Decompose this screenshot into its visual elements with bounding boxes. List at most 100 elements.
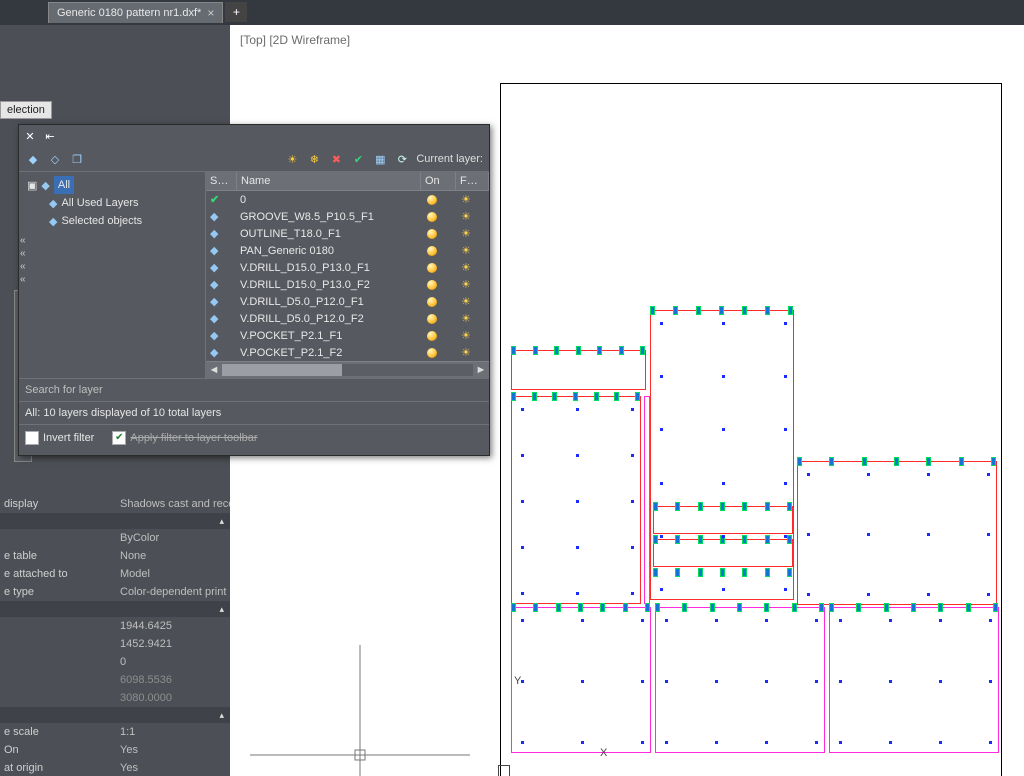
refresh-icon[interactable]: ⟳ <box>394 151 410 167</box>
grip-handle[interactable] <box>640 346 645 355</box>
grip-handle[interactable] <box>829 603 834 612</box>
panel-outline[interactable] <box>511 350 646 390</box>
prop-e-value[interactable]: ByColor <box>114 532 230 544</box>
grip-handle[interactable] <box>966 603 971 612</box>
grip-handle[interactable] <box>720 568 725 577</box>
grip-handle[interactable] <box>655 603 660 612</box>
grip-handle[interactable] <box>742 535 747 544</box>
grip-handle[interactable] <box>675 568 680 577</box>
apply-filter-checkbox[interactable]: Apply filter to layer toolbar <box>112 431 257 445</box>
grip-handle[interactable] <box>765 306 770 315</box>
grip-handle[interactable] <box>819 603 824 612</box>
grip-handle[interactable] <box>511 346 516 355</box>
layer-properties-dialog[interactable]: ✕ ⇤ ◆ ◇ ❐ ☀ ❄ ✖ ✔ ▦ ⟳ Current layer: ▣◆A… <box>18 124 490 456</box>
grip-handle[interactable] <box>698 502 703 511</box>
sun-thaw-icon[interactable]: ☀ <box>461 210 471 223</box>
bulb-on-icon[interactable] <box>427 195 437 205</box>
set-current-icon[interactable]: ✔ <box>350 151 366 167</box>
grip-handle[interactable] <box>797 457 802 466</box>
grip-handle[interactable] <box>675 502 680 511</box>
grip-handle[interactable] <box>653 568 658 577</box>
grip-handle[interactable] <box>645 603 650 612</box>
layer-row[interactable]: ◆GROOVE_W8.5_P10.5_F1☀ <box>206 208 489 225</box>
tree-all-used[interactable]: All Used Layers <box>61 197 138 209</box>
tree-expand-icon[interactable]: ▣ <box>27 179 37 192</box>
layer-row[interactable]: ◆V.DRILL_D15.0_P13.0_F1☀ <box>206 259 489 276</box>
properties-section-divider-3[interactable] <box>0 707 230 723</box>
prop-eattached-value[interactable]: Model <box>114 568 230 580</box>
prop-v1[interactable]: 1452.9421 <box>114 638 230 650</box>
prop-on-value[interactable]: Yes <box>114 744 230 756</box>
grip-handle[interactable] <box>737 603 742 612</box>
prop-v0[interactable]: 1944.6425 <box>114 620 230 632</box>
grip-handle[interactable] <box>682 603 687 612</box>
scroll-left-icon[interactable]: ◄ <box>206 364 222 376</box>
grip-handle[interactable] <box>600 603 605 612</box>
grip-handle[interactable] <box>787 568 792 577</box>
col-freeze[interactable]: F… <box>456 172 489 190</box>
grip-handle[interactable] <box>597 346 602 355</box>
grip-handle[interactable] <box>552 392 557 401</box>
grip-handle[interactable] <box>742 502 747 511</box>
sun-thaw-icon[interactable]: ☀ <box>461 227 471 240</box>
grip-handle[interactable] <box>650 306 655 315</box>
grip-handle[interactable] <box>710 603 715 612</box>
grip-handle[interactable] <box>959 457 964 466</box>
grip-handle[interactable] <box>884 603 889 612</box>
panel-outline[interactable] <box>797 461 997 605</box>
bulb-on-icon[interactable] <box>427 212 437 222</box>
grip-handle[interactable] <box>576 346 581 355</box>
grip-handle[interactable] <box>594 392 599 401</box>
sun-thaw-icon[interactable]: ☀ <box>461 244 471 257</box>
grip-handle[interactable] <box>719 306 724 315</box>
properties-section-divider-1[interactable] <box>0 513 230 529</box>
grip-handle[interactable] <box>675 535 680 544</box>
grip-handle[interactable] <box>696 306 701 315</box>
panel-outline[interactable] <box>644 396 650 604</box>
prop-v2[interactable]: 0 <box>114 656 230 668</box>
selection-button[interactable]: election <box>0 101 52 119</box>
layer-table-hscroll[interactable]: ◄ ► <box>206 361 489 378</box>
panel-outline[interactable] <box>655 607 825 753</box>
tree-all[interactable]: All <box>54 176 74 194</box>
grip-handle[interactable] <box>511 392 516 401</box>
layer-row[interactable]: ◆PAN_Generic 0180☀ <box>206 242 489 259</box>
bulb-on-icon[interactable] <box>427 246 437 256</box>
grip-handle[interactable] <box>894 457 899 466</box>
layer-filter-tree[interactable]: ▣◆All ◆All Used Layers ◆Selected objects <box>19 172 206 378</box>
scroll-thumb[interactable] <box>222 364 342 376</box>
layer-states-icon[interactable]: ❐ <box>69 151 85 167</box>
bulb-on-icon[interactable] <box>427 280 437 290</box>
grip-handle[interactable] <box>511 603 516 612</box>
scroll-right-icon[interactable]: ► <box>473 364 489 376</box>
close-tab-icon[interactable]: × <box>207 6 214 20</box>
grip-handle[interactable] <box>765 568 770 577</box>
new-layer-icon[interactable]: ◆ <box>25 151 41 167</box>
grip-handle[interactable] <box>742 306 747 315</box>
viewport-label[interactable]: [Top] [2D Wireframe] <box>240 33 350 47</box>
grip-handle[interactable] <box>554 346 559 355</box>
layer-prev-icon[interactable]: ▦ <box>372 151 388 167</box>
bulb-on-icon[interactable] <box>427 297 437 307</box>
prop-atorigin-value[interactable]: Yes <box>114 762 230 774</box>
grip-handle[interactable] <box>698 535 703 544</box>
grip-handle[interactable] <box>993 603 998 612</box>
dialog-pin-icon[interactable]: ⇤ <box>43 129 57 143</box>
layer-row[interactable]: ◆V.DRILL_D5.0_P12.0_F2☀ <box>206 310 489 327</box>
new-tab-button[interactable]: + <box>225 2 247 22</box>
dialog-close-icon[interactable]: ✕ <box>23 129 37 143</box>
sun-thaw-icon[interactable]: ☀ <box>461 261 471 274</box>
tree-selected-objects[interactable]: Selected objects <box>61 215 142 227</box>
prop-escale-value[interactable]: 1:1 <box>114 726 230 738</box>
document-tab[interactable]: Generic 0180 pattern nr1.dxf* × <box>48 2 223 23</box>
layer-table-header[interactable]: S… Name On F… <box>206 172 489 191</box>
grip-handle[interactable] <box>578 603 583 612</box>
grip-handle[interactable] <box>856 603 861 612</box>
grip-handle[interactable] <box>619 346 624 355</box>
grip-handle[interactable] <box>533 346 538 355</box>
grip-handle[interactable] <box>911 603 916 612</box>
col-status[interactable]: S… <box>206 172 237 190</box>
grip-handle[interactable] <box>792 603 797 612</box>
layer-row[interactable]: ◆V.POCKET_P2.1_F1☀ <box>206 327 489 344</box>
grip-handle[interactable] <box>653 535 658 544</box>
